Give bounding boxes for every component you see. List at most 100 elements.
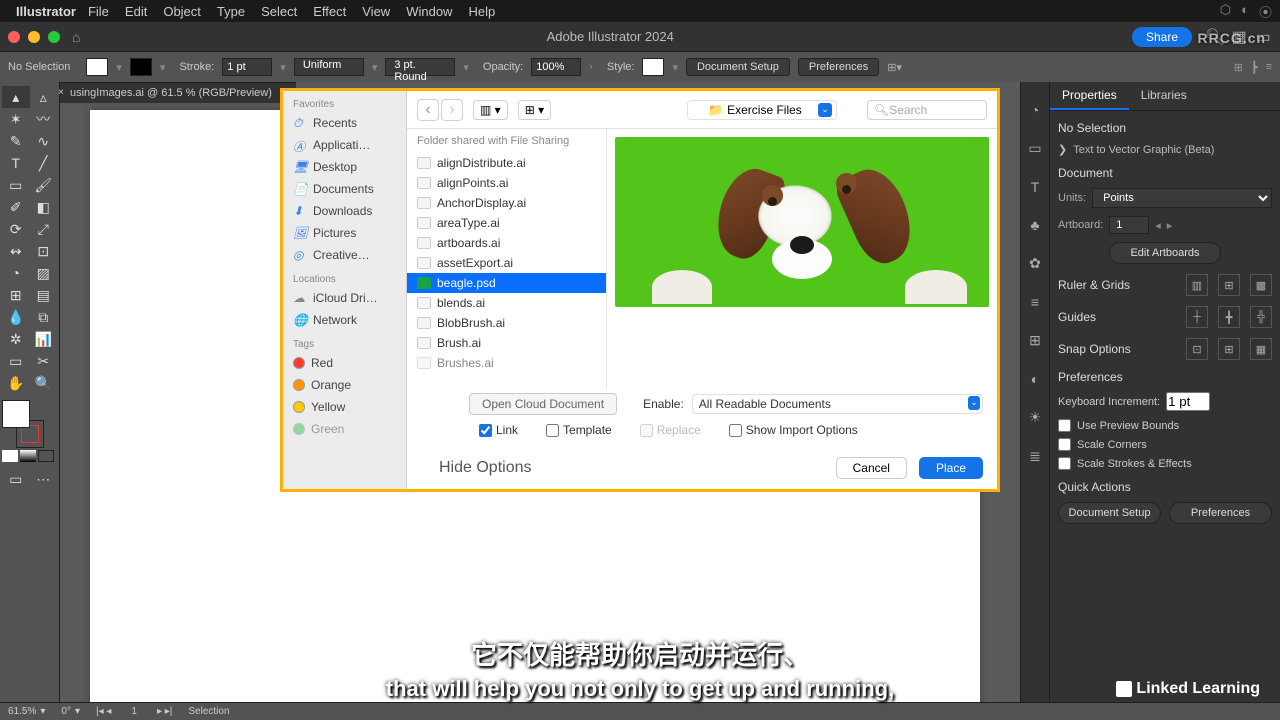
file-assetExport[interactable]: assetExport.ai bbox=[407, 253, 606, 273]
guides-smart-icon[interactable]: ╬ bbox=[1250, 306, 1272, 328]
panel-icon[interactable]: ◐ bbox=[1031, 371, 1039, 387]
document-tab[interactable]: × usingImages.ai @ 61.5 % (RGB/Preview) bbox=[60, 82, 296, 103]
close-window-icon[interactable] bbox=[8, 31, 20, 43]
prev-artboard-icon[interactable]: ◂ bbox=[1155, 219, 1161, 232]
use-preview-bounds-checkbox[interactable] bbox=[1058, 419, 1071, 432]
panel-icon[interactable]: T bbox=[1031, 179, 1040, 195]
menu-effect[interactable]: Effect bbox=[313, 4, 346, 19]
close-tab-icon[interactable]: × bbox=[58, 87, 64, 98]
menu-type[interactable]: Type bbox=[217, 4, 245, 19]
cancel-button[interactable]: Cancel bbox=[836, 457, 907, 479]
qa-preferences-button[interactable]: Preferences bbox=[1169, 502, 1272, 524]
tab-properties[interactable]: Properties bbox=[1050, 82, 1129, 110]
menu-help[interactable]: Help bbox=[468, 4, 495, 19]
stroke-swatch[interactable] bbox=[130, 58, 152, 76]
menu-view[interactable]: View bbox=[362, 4, 390, 19]
edit-toolbar-icon[interactable]: ⋯ bbox=[30, 468, 58, 490]
app-name[interactable]: Illustrator bbox=[16, 4, 76, 19]
nav-back-icon[interactable]: ‹ bbox=[417, 99, 439, 121]
panel-icon[interactable]: ✿ bbox=[1029, 255, 1041, 272]
tag-red[interactable]: Red bbox=[283, 352, 406, 374]
stroke-weight-input[interactable] bbox=[222, 58, 272, 76]
paintbrush-tool[interactable]: 🖌 bbox=[30, 174, 58, 196]
menu-object[interactable]: Object bbox=[163, 4, 201, 19]
link-checkbox[interactable]: Link bbox=[479, 423, 518, 437]
file-alignDistribute[interactable]: alignDistribute.ai bbox=[407, 153, 606, 173]
brush-select[interactable]: 3 pt. Round bbox=[385, 58, 455, 76]
pen-tool[interactable]: ✎ bbox=[2, 130, 30, 152]
next-artboard-icon[interactable]: ▸ bbox=[1167, 219, 1173, 232]
file-anchorDisplay[interactable]: AnchorDisplay.ai bbox=[407, 193, 606, 213]
none-mode-icon[interactable] bbox=[38, 450, 54, 462]
group-by-select[interactable]: ⊞ ▾ bbox=[518, 100, 551, 120]
artboard-tool[interactable]: ▭ bbox=[2, 350, 30, 372]
file-brushes[interactable]: Brushes.ai bbox=[407, 353, 606, 373]
search-input[interactable]: 🔍︎ Search bbox=[867, 100, 987, 120]
status-icon[interactable]: ⦿ bbox=[1259, 2, 1272, 21]
panel-icon[interactable]: ◔ bbox=[1031, 102, 1039, 118]
free-transform-tool[interactable]: ⊡ bbox=[30, 240, 58, 262]
location-popup[interactable]: 📁 Exercise Files bbox=[687, 100, 837, 120]
shape-builder-tool[interactable]: ◔ bbox=[2, 262, 30, 284]
sidebar-item-pictures[interactable]: 🖼Pictures bbox=[283, 222, 406, 244]
open-cloud-document-button[interactable]: Open Cloud Document bbox=[469, 393, 617, 415]
text-to-vector-row[interactable]: Text to Vector Graphic (Beta) bbox=[1073, 144, 1214, 156]
ruler-icon[interactable]: ▥ bbox=[1186, 274, 1208, 296]
document-setup-button[interactable]: Document Setup bbox=[686, 58, 790, 76]
graph-tool[interactable]: 📊 bbox=[30, 328, 58, 350]
shaper-tool[interactable]: ✐ bbox=[2, 196, 30, 218]
opacity-input[interactable] bbox=[531, 58, 581, 76]
keyboard-increment-input[interactable] bbox=[1166, 392, 1210, 411]
sidebar-item-recents[interactable]: ⏱Recents bbox=[283, 112, 406, 134]
fill-stroke-indicator[interactable] bbox=[2, 400, 50, 448]
rotate-tool[interactable]: ⟳ bbox=[2, 218, 30, 240]
minimize-window-icon[interactable] bbox=[28, 31, 40, 43]
hand-tool[interactable]: ✋ bbox=[2, 372, 30, 394]
align-options-icon[interactable]: ⊞▾ bbox=[887, 61, 902, 74]
sidebar-item-network[interactable]: 🌐Network bbox=[283, 309, 406, 331]
scale-strokes-checkbox[interactable] bbox=[1058, 457, 1071, 470]
snap-point-icon[interactable]: ⊡ bbox=[1186, 338, 1208, 360]
style-swatch[interactable] bbox=[642, 58, 664, 76]
curvature-tool[interactable]: ∿ bbox=[30, 130, 58, 152]
eraser-tool[interactable]: ◧ bbox=[30, 196, 58, 218]
status-icon[interactable]: ◐ bbox=[1241, 2, 1249, 21]
sidebar-item-creative[interactable]: ◎Creative… bbox=[283, 244, 406, 266]
place-button[interactable]: Place bbox=[919, 457, 983, 479]
blend-tool[interactable]: ⧉ bbox=[30, 306, 58, 328]
sidebar-item-documents[interactable]: 📄Documents bbox=[283, 178, 406, 200]
rectangle-tool[interactable]: ▭ bbox=[2, 174, 30, 196]
menu-edit[interactable]: Edit bbox=[125, 4, 147, 19]
menu-file[interactable]: File bbox=[88, 4, 109, 19]
sidebar-item-downloads[interactable]: ⬇Downloads bbox=[283, 200, 406, 222]
lasso-tool[interactable]: 〰 bbox=[30, 108, 58, 130]
panel-icon[interactable]: ♣ bbox=[1030, 217, 1039, 233]
rotation-value[interactable]: 0° bbox=[61, 706, 71, 717]
hide-options-button[interactable]: Hide Options bbox=[439, 459, 532, 477]
grid-icon[interactable]: ⊞ bbox=[1234, 61, 1243, 74]
status-icon[interactable]: ⬡ bbox=[1220, 2, 1231, 21]
units-select[interactable]: Points bbox=[1092, 188, 1272, 208]
menu-select[interactable]: Select bbox=[261, 4, 297, 19]
tag-orange[interactable]: Orange bbox=[283, 374, 406, 396]
type-tool[interactable]: T bbox=[2, 152, 30, 174]
align-panel-icon[interactable]: ┣ bbox=[1251, 61, 1258, 74]
transparency-grid-icon[interactable]: ▩ bbox=[1250, 274, 1272, 296]
menu-window[interactable]: Window bbox=[406, 4, 452, 19]
scale-tool[interactable]: ⤢ bbox=[30, 218, 58, 240]
file-blends[interactable]: blends.ai bbox=[407, 293, 606, 313]
list-icon[interactable]: ≡ bbox=[1266, 61, 1272, 74]
panel-icon[interactable]: ⊞ bbox=[1029, 332, 1041, 349]
zoom-window-icon[interactable] bbox=[48, 31, 60, 43]
file-blobBrush[interactable]: BlobBrush.ai bbox=[407, 313, 606, 333]
eyedropper-tool[interactable]: 💧 bbox=[2, 306, 30, 328]
fill-swatch[interactable] bbox=[86, 58, 108, 76]
file-alignPoints[interactable]: alignPoints.ai bbox=[407, 173, 606, 193]
template-checkbox[interactable]: Template bbox=[546, 423, 612, 437]
show-import-options-checkbox[interactable]: Show Import Options bbox=[729, 423, 858, 437]
width-profile-select[interactable]: Uniform bbox=[294, 58, 364, 76]
screen-mode-icon[interactable]: ▭ bbox=[2, 468, 30, 490]
panel-icon[interactable]: ▭ bbox=[1028, 140, 1041, 157]
symbol-sprayer-tool[interactable]: ✲ bbox=[2, 328, 30, 350]
home-icon[interactable]: ⌂ bbox=[72, 29, 80, 45]
